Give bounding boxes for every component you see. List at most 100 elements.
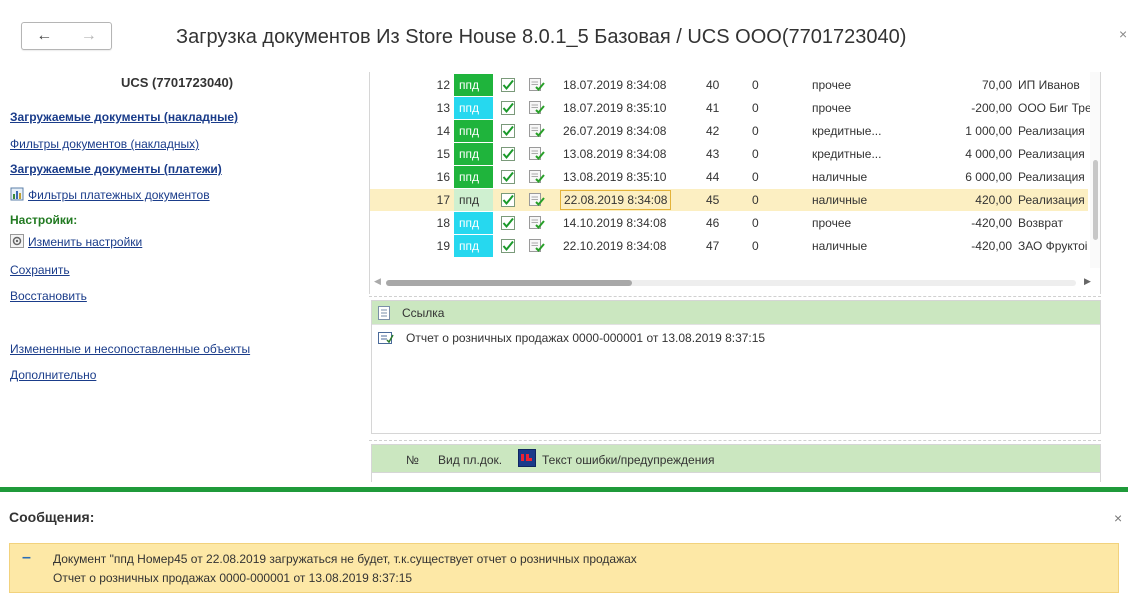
reference-row[interactable]: Отчет о розничных продажах 0000-000001 о… [372, 329, 1100, 351]
link-change-settings-label: Изменить настройки [28, 235, 143, 249]
row-doc-type: ппд [454, 235, 493, 257]
message-line-1: Документ "ппд Номер45 от 22.08.2019 загр… [53, 552, 637, 566]
row-doc-type: ппд [454, 74, 493, 96]
row-number-incoming: 42 [706, 124, 720, 138]
row-date: 18.07.2019 8:34:08 [563, 78, 667, 92]
checkbox[interactable] [501, 147, 515, 164]
link-filters-payments-label: Фильтры платежных документов [28, 188, 210, 202]
row-doc-type: ппд [454, 97, 493, 119]
row-counterparty: Возврат [1018, 216, 1063, 230]
link-loaded-payments[interactable]: Загружаемые документы (платежи) [10, 162, 222, 176]
row-number: 14 [436, 124, 450, 138]
document-posted-icon [529, 124, 545, 141]
messages-close-button[interactable]: × [1114, 510, 1122, 526]
message-line-2: Отчет о розничных продажах 0000-000001 о… [53, 571, 413, 585]
horizontal-scroll-thumb[interactable] [386, 280, 632, 286]
table-row[interactable]: 13 ппд 18.07.2019 8:35:10 41 0 прочее -200,00 О… [370, 97, 1092, 119]
row-number-incoming: 46 [706, 216, 720, 230]
row-number-incoming: 45 [706, 193, 720, 207]
row-payment-kind: кредитные... [812, 124, 882, 138]
row-doc-type: ппд [454, 120, 493, 142]
left-panel: UCS (7701723040) Загружаемые документы (… [0, 72, 362, 482]
row-counterparty: Реализация [1018, 124, 1085, 138]
filter-icon [10, 187, 24, 201]
row-number-incoming: 41 [706, 101, 720, 115]
settings-section-title: Настройки: [10, 213, 78, 227]
table-row[interactable]: 14 ппд 26.07.2019 8:34:08 42 0 кредитные... 1 … [370, 120, 1088, 142]
forward-button[interactable]: → [74, 28, 104, 44]
row-date: 13.08.2019 8:35:10 [563, 170, 667, 184]
table-row[interactable]: 15 ппд 13.08.2019 8:34:08 43 0 кредитные... 4 … [370, 143, 1088, 165]
row-counterparty: ИП Иванов [1018, 78, 1080, 92]
row-number: 19 [436, 239, 450, 253]
row-payment-kind: прочее [812, 78, 852, 92]
table-row[interactable]: 18 ппд 14.10.2019 8:34:08 46 0 прочее -420,00 В… [370, 212, 1088, 234]
row-flag: 0 [752, 239, 759, 253]
row-date: 22.10.2019 8:34:08 [563, 239, 667, 253]
scroll-right-arrow-icon[interactable]: ▶ [1084, 276, 1091, 287]
row-number: 16 [436, 170, 450, 184]
checkbox[interactable] [501, 101, 515, 118]
back-button[interactable]: ← [29, 28, 59, 44]
row-number: 18 [436, 216, 450, 230]
checkbox[interactable] [501, 78, 515, 95]
row-payment-kind: прочее [812, 101, 852, 115]
row-sum: 6 000,00 [965, 170, 1012, 184]
checkbox[interactable] [501, 124, 515, 141]
row-doc-type: ппд [454, 166, 493, 188]
errors-panel: № Вид пл.док. Текст ошибки/предупреждени… [371, 444, 1101, 482]
table-row[interactable]: 16 ппд 13.08.2019 8:35:10 44 0 наличные 6 000,… [370, 166, 1088, 188]
link-changed-objects[interactable]: Измененные и несопоставленные объекты [10, 342, 250, 356]
checkbox[interactable] [501, 216, 515, 233]
row-payment-kind: наличные [812, 239, 868, 253]
splitter-2[interactable] [369, 440, 1101, 441]
link-loaded-invoices[interactable]: Загружаемые документы (накладные) [10, 110, 238, 124]
row-sum: 4 000,00 [965, 147, 1012, 161]
close-window-button[interactable]: × [1119, 26, 1127, 42]
checkbox[interactable] [501, 193, 515, 210]
row-number-incoming: 47 [706, 239, 720, 253]
row-doc-type: ппд [454, 189, 493, 211]
row-payment-kind: наличные [812, 170, 868, 184]
checkbox[interactable] [501, 239, 515, 256]
window-header: ← → Загрузка документов Из Store House 8… [0, 0, 1128, 72]
gear-icon [10, 234, 24, 248]
organization-title: UCS (7701723040) [121, 75, 234, 90]
document-posted-icon [529, 216, 545, 233]
message-item[interactable]: – Документ "ппд Номер45 от 22.08.2019 за… [9, 543, 1119, 593]
checkbox[interactable] [501, 170, 515, 187]
row-date: 18.07.2019 8:35:10 [563, 101, 667, 115]
table-row[interactable]: 19 ппд 22.10.2019 8:34:08 47 0 наличные -420,0… [370, 235, 1088, 257]
reference-header: Ссылка [372, 301, 1100, 325]
horizontal-scrollbar[interactable]: ◀ ▶ [370, 274, 1100, 290]
link-change-settings[interactable]: Изменить настройки [10, 234, 142, 249]
row-sum: -420,00 [971, 239, 1012, 253]
row-number-incoming: 44 [706, 170, 720, 184]
document-posted-icon [529, 147, 545, 164]
table-row[interactable]: 12 ппд 18.07.2019 8:34:08 40 0 прочее 70,00 ИП … [370, 74, 1088, 96]
row-number: 12 [436, 78, 450, 92]
document-posted-icon [529, 170, 545, 187]
row-sum: 1 000,00 [965, 124, 1012, 138]
splitter-1[interactable] [369, 296, 1101, 297]
row-payment-kind: прочее [812, 216, 852, 230]
row-number: 13 [436, 101, 450, 115]
table-row[interactable]: 17 ппд 22.08.2019 8:34:08 45 0 наличные 420,00… [370, 189, 1088, 211]
link-filters-invoices[interactable]: Фильтры документов (накладных) [10, 137, 199, 151]
link-save[interactable]: Сохранить [10, 263, 70, 277]
messages-divider [0, 487, 1128, 492]
vertical-scrollbar[interactable] [1090, 72, 1100, 268]
row-doc-type: ппд [454, 143, 493, 165]
reference-value: Отчет о розничных продажах 0000-000001 о… [406, 331, 766, 345]
row-payment-kind: кредитные... [812, 147, 882, 161]
scroll-left-arrow-icon[interactable]: ◀ [374, 276, 381, 287]
vertical-scroll-thumb[interactable] [1093, 160, 1098, 240]
row-doc-type: ппд [454, 212, 493, 234]
warning-type-icon [518, 449, 536, 470]
link-restore[interactable]: Восстановить [10, 289, 87, 303]
report-document-icon [378, 331, 394, 348]
link-filters-payments[interactable]: Фильтры платежных документов [10, 187, 210, 202]
document-posted-icon [529, 239, 545, 256]
link-more[interactable]: Дополнительно [10, 368, 96, 382]
row-date: 14.10.2019 8:34:08 [563, 216, 667, 230]
